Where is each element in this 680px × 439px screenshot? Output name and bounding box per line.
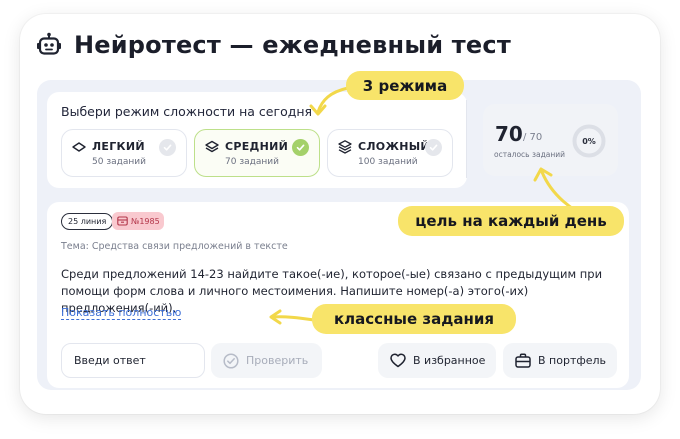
- inbox-icon: [117, 216, 128, 226]
- mode-hard-button[interactable]: СЛОЖНЫЙ 100 заданий: [327, 129, 453, 177]
- briefcase-icon: [515, 353, 531, 368]
- layers-triple-icon: [338, 140, 352, 154]
- check-label: Проверить: [246, 354, 309, 367]
- mode-panel-title: Выбери режим сложности на сегодня: [61, 104, 313, 119]
- goal-total: / 70: [523, 132, 543, 143]
- mode-easy-button[interactable]: ЛЕГКИЙ 50 заданий: [61, 129, 187, 177]
- layer-single-icon: [72, 142, 86, 152]
- header: Нейротест — ежедневный тест: [36, 28, 511, 62]
- task-number-tag: №1985: [112, 212, 164, 230]
- portfolio-button[interactable]: В портфель: [503, 343, 617, 378]
- favorite-button[interactable]: В избранное: [378, 343, 496, 378]
- checked-icon: [292, 139, 309, 156]
- mode-name: СРЕДНИЙ: [225, 140, 289, 153]
- mode-count: 100 заданий: [358, 157, 418, 167]
- mode-name: ЛЕГКИЙ: [92, 140, 145, 153]
- unchecked-icon: [425, 139, 442, 156]
- show-more-link[interactable]: Показать полностью: [61, 306, 181, 319]
- mode-count: 50 заданий: [92, 157, 146, 167]
- callout-modes: 3 режима: [346, 71, 464, 100]
- progress-percent: 0%: [582, 136, 596, 146]
- mode-name: СЛОЖНЫЙ: [358, 140, 430, 153]
- goal-label: осталось заданий: [494, 150, 566, 159]
- heart-icon: [390, 353, 406, 368]
- layers-double-icon: [205, 140, 219, 153]
- mode-count: 70 заданий: [225, 157, 279, 167]
- check-button[interactable]: Проверить: [211, 343, 322, 378]
- divider: [466, 100, 467, 178]
- mode-medium-button[interactable]: СРЕДНИЙ 70 заданий: [194, 129, 320, 177]
- task-topic: Тема: Средства связи предложений в текст…: [61, 241, 288, 252]
- task-number: №1985: [131, 216, 160, 226]
- answer-input[interactable]: [61, 343, 205, 378]
- unchecked-icon: [159, 139, 176, 156]
- portfolio-label: В портфель: [538, 354, 607, 367]
- favorite-label: В избранное: [413, 354, 486, 367]
- page-title: Нейротест — ежедневный тест: [74, 31, 511, 59]
- goal-remaining: 70: [495, 122, 523, 146]
- callout-daily-goal: цель на каждый день: [398, 206, 624, 236]
- robot-icon: [37, 32, 61, 55]
- check-circle-icon: [223, 352, 239, 369]
- callout-tasks: классные задания: [312, 304, 516, 334]
- line-tag: 25 линия: [61, 213, 114, 230]
